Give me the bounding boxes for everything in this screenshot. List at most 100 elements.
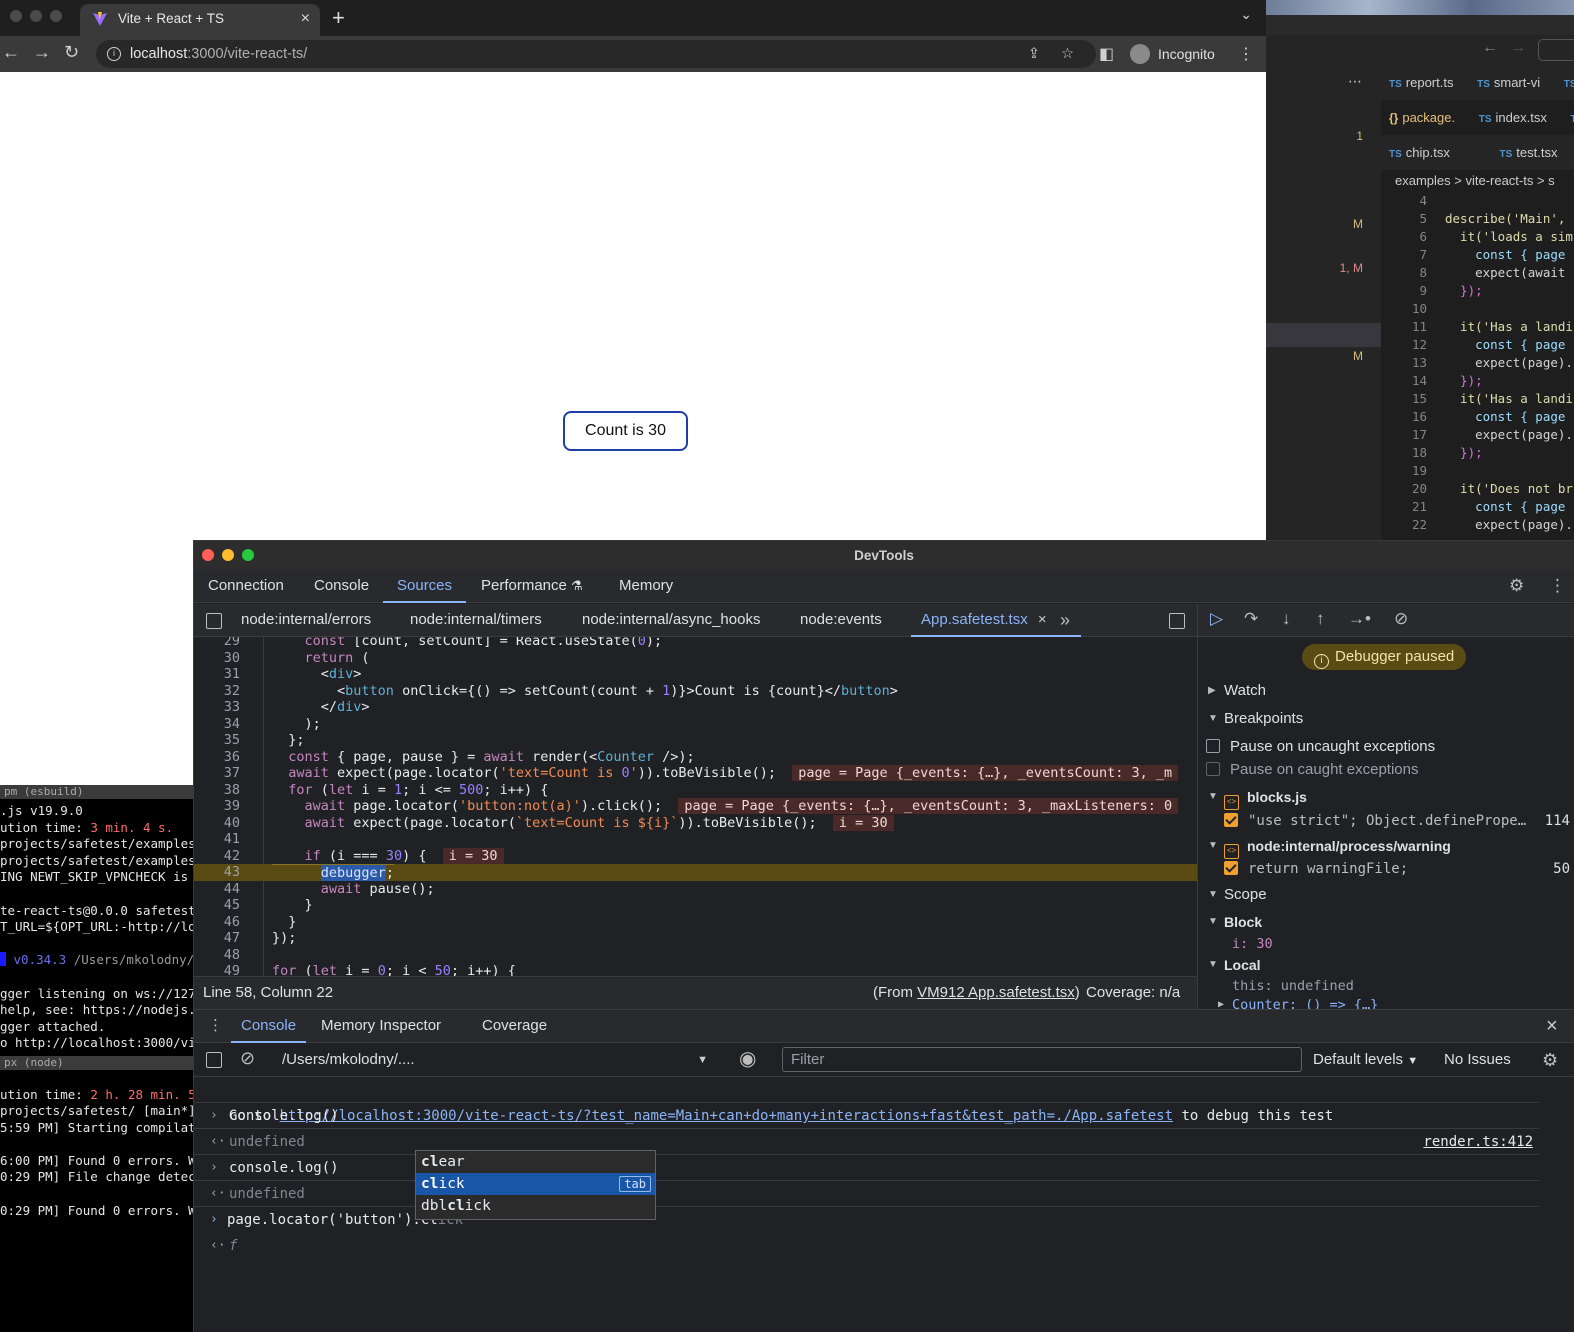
line-number[interactable]: 34: [194, 716, 240, 733]
new-tab-button[interactable]: +: [332, 4, 345, 32]
line-number[interactable]: 46: [194, 914, 240, 931]
line-number[interactable]: 40: [194, 815, 240, 832]
editor-tab[interactable]: TS index.tsx: [1479, 110, 1557, 125]
incognito-profile[interactable]: Incognito: [1128, 40, 1215, 68]
tab-memory[interactable]: Memory: [619, 570, 673, 601]
tab-connection[interactable]: Connection: [208, 570, 284, 601]
watch-section[interactable]: ▶ Watch: [1198, 677, 1574, 705]
editor-tab[interactable]: TS: [1570, 110, 1574, 125]
close-drawer-icon[interactable]: ×: [1546, 1010, 1558, 1042]
breakpoint-entry[interactable]: "use strict"; Object.definePrope… 114: [1198, 807, 1574, 835]
file-tab[interactable]: node:events: [800, 604, 882, 636]
file-tab[interactable]: node:internal/timers: [410, 604, 542, 636]
tab-console-drawer[interactable]: Console: [230, 1010, 307, 1043]
editor-tab[interactable]: TS chip.tsx: [1389, 145, 1460, 160]
scope-section[interactable]: ▼ Scope: [1198, 881, 1574, 909]
editor-tab[interactable]: TS test.tsx: [1499, 145, 1567, 160]
step-out-icon[interactable]: ↑: [1316, 609, 1325, 629]
breakpoint-entry[interactable]: return warningFile; 50: [1198, 855, 1574, 883]
pause-caught-option[interactable]: Pause on caught exceptions: [1198, 756, 1574, 784]
tab-console[interactable]: Console: [314, 570, 369, 601]
line-number[interactable]: 44: [194, 881, 240, 898]
tab-coverage[interactable]: Coverage: [482, 1010, 547, 1042]
editor-tab[interactable]: TS report.ts: [1389, 75, 1463, 90]
step-over-icon[interactable]: ↷: [1244, 609, 1258, 629]
resume-icon[interactable]: ▷: [1210, 609, 1223, 629]
line-number[interactable]: 36: [194, 749, 240, 766]
command-center[interactable]: [1538, 39, 1574, 61]
checkbox[interactable]: [1224, 861, 1238, 875]
maximize-window-button[interactable]: [50, 10, 62, 22]
scope-variable[interactable]: ▶ Counter: () => {…}: [1198, 991, 1574, 1009]
toggle-debugger-icon[interactable]: [1169, 613, 1185, 629]
line-number[interactable]: 41: [194, 831, 240, 848]
line-number[interactable]: 30: [194, 650, 240, 667]
line-number[interactable]: 31: [194, 666, 240, 683]
autocomplete-item-selected[interactable]: click tab: [416, 1173, 655, 1195]
close-tab-icon[interactable]: ×: [301, 4, 310, 34]
line-number[interactable]: 38: [194, 782, 240, 799]
autocomplete-item[interactable]: dblclick: [416, 1195, 655, 1217]
minimize-window-button[interactable]: [30, 10, 42, 22]
line-number[interactable]: 39: [194, 798, 240, 815]
file-tab-active[interactable]: App.safetest.tsx ×: [911, 604, 1081, 637]
log-levels-dropdown[interactable]: Default levels ▼: [1313, 1048, 1418, 1073]
line-number[interactable]: 35: [194, 732, 240, 749]
code-editor[interactable]: 29 const [count, setCount] = React.useSt…: [194, 637, 1197, 976]
toggle-navigator-icon[interactable]: [206, 613, 222, 629]
address-bar[interactable]: i localhost:3000/vite-react-ts/ ⇪ ☆: [96, 40, 1096, 68]
file-tab[interactable]: node:internal/errors: [241, 604, 371, 636]
line-number[interactable]: 49: [194, 963, 240, 976]
close-window-button[interactable]: [10, 10, 22, 22]
more-tabs-icon[interactable]: »: [1060, 604, 1070, 636]
close-file-icon[interactable]: ×: [1038, 611, 1047, 628]
site-info-icon[interactable]: i: [107, 47, 121, 61]
editor-tab[interactable]: TS smart-vi: [1477, 75, 1550, 90]
line-number[interactable]: 47: [194, 930, 240, 947]
issues-counter[interactable]: No Issues: [1444, 1048, 1511, 1072]
deactivate-breakpoints-icon[interactable]: ⊘: [1394, 609, 1408, 629]
browser-menu-icon[interactable]: ⋮: [1238, 44, 1254, 64]
line-number[interactable]: 29: [194, 637, 240, 650]
close-window-button[interactable]: [202, 549, 214, 561]
tab-sources[interactable]: Sources: [382, 570, 467, 603]
toggle-sidebar-icon[interactable]: [206, 1052, 222, 1068]
context-selector[interactable]: /Users/mkolodny/.... ▼: [282, 1048, 722, 1072]
editor-tab[interactable]: TS: [1564, 75, 1574, 90]
bookmark-star-icon[interactable]: ☆: [1061, 40, 1074, 68]
share-icon[interactable]: ⇪: [1028, 40, 1040, 68]
checkbox[interactable]: [1206, 739, 1220, 753]
line-number[interactable]: 45: [194, 897, 240, 914]
more-menu-icon[interactable]: ⋮: [1549, 576, 1566, 596]
back-button[interactable]: ←: [2, 42, 20, 63]
maximize-window-button[interactable]: [242, 549, 254, 561]
line-number[interactable]: 32: [194, 683, 240, 700]
line-number[interactable]: 43: [194, 864, 240, 881]
drawer-menu-icon[interactable]: ⋮: [208, 1010, 223, 1042]
tab-search-chevron-icon[interactable]: ⌄: [1240, 6, 1252, 23]
breadcrumb[interactable]: examples > vite-react-ts > s: [1381, 170, 1574, 192]
step-icon[interactable]: →•: [1348, 609, 1371, 629]
terminal-tab[interactable]: pm (esbuild): [0, 785, 200, 799]
filter-input[interactable]: Filter: [782, 1047, 1302, 1072]
selected-row[interactable]: [1266, 323, 1381, 347]
minimize-window-button[interactable]: [222, 549, 234, 561]
tab-performance[interactable]: Performance ⚗: [481, 570, 583, 601]
console-prompt[interactable]: › page.locator('button').click: [194, 1207, 1539, 1233]
forward-arrow-icon[interactable]: →: [1510, 39, 1526, 57]
editor-tab[interactable]: {} package.: [1389, 110, 1465, 125]
file-tab[interactable]: node:internal/async_hooks: [582, 604, 760, 636]
back-arrow-icon[interactable]: ←: [1482, 39, 1498, 57]
autocomplete-item[interactable]: clear: [416, 1151, 655, 1173]
checkbox[interactable]: [1206, 762, 1220, 776]
line-number[interactable]: 37: [194, 765, 240, 782]
forward-button[interactable]: →: [33, 42, 51, 63]
line-number[interactable]: 42: [194, 848, 240, 865]
live-expression-eye-icon[interactable]: ◉: [739, 1046, 756, 1071]
tab-memory-inspector[interactable]: Memory Inspector: [321, 1010, 441, 1042]
settings-gear-icon[interactable]: ⚙: [1509, 576, 1524, 596]
checkbox[interactable]: [1224, 813, 1238, 827]
terminal-tab[interactable]: px (node): [0, 1055, 200, 1070]
source-link[interactable]: VM912 App.safetest.tsx: [917, 984, 1075, 1001]
line-number[interactable]: 48: [194, 947, 240, 964]
